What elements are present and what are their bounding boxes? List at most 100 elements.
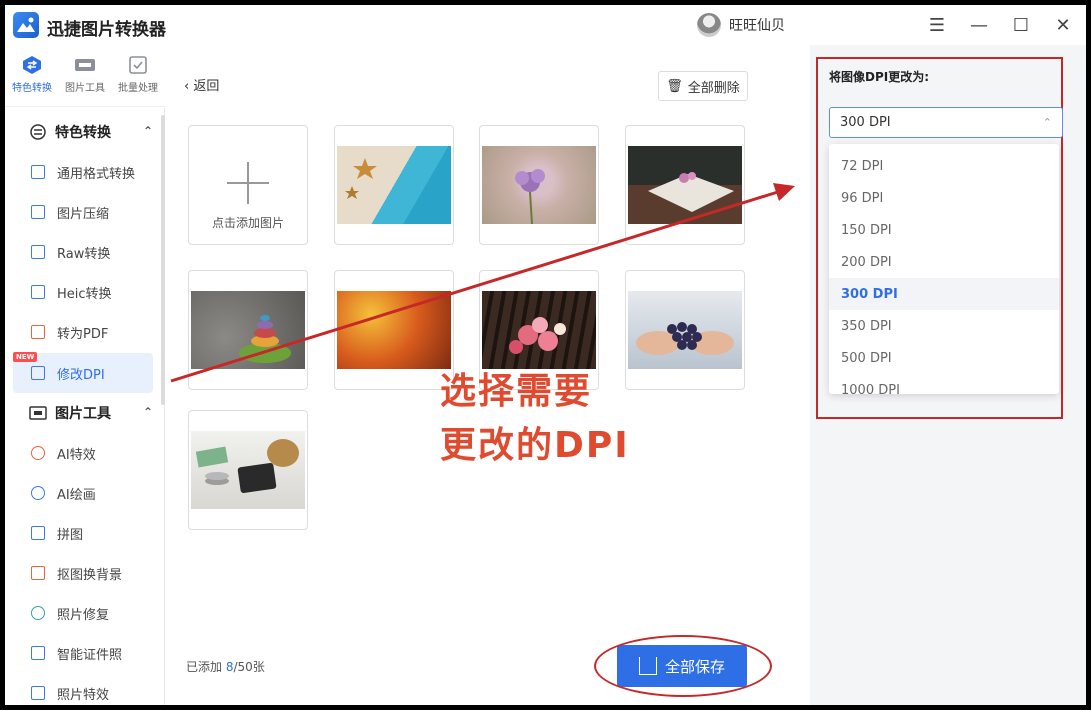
stacked-stones-image bbox=[191, 291, 305, 369]
sidebar-item-label: 智能证件照 bbox=[57, 647, 123, 663]
cutout-icon bbox=[31, 566, 45, 580]
add-image-tile[interactable]: 点击添加图片 bbox=[188, 125, 308, 245]
username[interactable]: 旺旺仙贝 bbox=[729, 15, 785, 35]
dpi-option[interactable]: 350 DPI bbox=[829, 310, 1059, 342]
sidebar-item-label: 抠图换背景 bbox=[57, 567, 123, 583]
sidebar-item-label: 转为PDF bbox=[57, 326, 109, 342]
grapes-hands-image bbox=[628, 291, 742, 369]
sidebar-item-label: Heic转换 bbox=[57, 286, 112, 302]
back-label: 返回 bbox=[193, 79, 220, 94]
repair-icon bbox=[31, 606, 45, 620]
mode-tabs: 特色转换 图片工具 批量处理 bbox=[5, 45, 165, 107]
image-tile[interactable] bbox=[334, 270, 454, 390]
swap-icon bbox=[29, 124, 47, 140]
sidebar-item-id-photo[interactable]: 智能证件照 bbox=[13, 633, 153, 673]
convert-icon bbox=[31, 165, 45, 179]
chevron-up-icon: ⌃ bbox=[1042, 116, 1052, 129]
sidebar-item-format-convert[interactable]: 通用格式转换 bbox=[13, 152, 153, 192]
sidebar-item-collage[interactable]: 拼图 bbox=[13, 513, 153, 553]
image-tile[interactable] bbox=[625, 270, 745, 390]
tab-batch[interactable]: 批量处理 bbox=[113, 55, 163, 94]
sidebar-item-label: 照片修复 bbox=[57, 607, 110, 623]
plus-icon bbox=[227, 162, 269, 204]
back-button[interactable]: ‹ 返回 bbox=[184, 75, 219, 94]
sidebar-item-label: AI特效 bbox=[57, 447, 96, 463]
dpi-selected-value: 300 DPI bbox=[840, 115, 891, 130]
trash-icon: 🗑 bbox=[666, 78, 683, 94]
add-image-label: 点击添加图片 bbox=[211, 216, 284, 230]
ai-effect-icon bbox=[31, 446, 45, 460]
sidebar-group-tools[interactable]: 图片工具 ⌃ bbox=[5, 393, 165, 433]
app-title: 迅捷图片转换器 bbox=[47, 20, 166, 40]
image-tile[interactable] bbox=[334, 125, 454, 245]
sidebar-item-ai-effect[interactable]: AI特效 bbox=[13, 433, 153, 473]
dpi-option[interactable]: 150 DPI bbox=[829, 214, 1059, 246]
close-button[interactable]: ✕ bbox=[1049, 11, 1077, 39]
image-tool-icon bbox=[29, 405, 47, 421]
count-prefix: 已添加 bbox=[186, 660, 226, 674]
raw-icon bbox=[31, 245, 45, 259]
beach-starfish-image bbox=[337, 146, 451, 224]
tab-special-convert[interactable]: 特色转换 bbox=[7, 55, 57, 94]
sidebar-item-compress[interactable]: 图片压缩 bbox=[13, 192, 153, 232]
delete-all-label: 全部删除 bbox=[687, 80, 740, 96]
sidebar-group-special[interactable]: 特色转换 ⌃ bbox=[5, 112, 165, 152]
batch-icon bbox=[129, 56, 147, 74]
dpi-option[interactable]: 96 DPI bbox=[829, 182, 1059, 214]
title-bar: 迅捷图片转换器 旺旺仙贝 ☰ — ☐ ✕ bbox=[5, 5, 1086, 45]
save-highlight-ring bbox=[594, 635, 772, 697]
sidebar-item-label: Raw转换 bbox=[57, 246, 111, 262]
image-tile[interactable] bbox=[625, 125, 745, 245]
sidebar-item-photo-effect[interactable]: 照片特效 bbox=[13, 673, 153, 705]
app-window: 迅捷图片转换器 旺旺仙贝 ☰ — ☐ ✕ 特色转换 图片工具 批量处理 特色转换… bbox=[5, 5, 1086, 705]
minimize-button[interactable]: — bbox=[965, 11, 993, 39]
tab-label: 图片工具 bbox=[65, 83, 105, 94]
menu-button[interactable]: ☰ bbox=[923, 11, 951, 39]
image-tile[interactable] bbox=[188, 270, 308, 390]
image-tile[interactable] bbox=[188, 410, 308, 530]
sidebar-item-heic[interactable]: Heic转换 bbox=[13, 272, 153, 312]
maximize-button[interactable]: ☐ bbox=[1007, 11, 1035, 39]
dpi-dropdown: 72 DPI 96 DPI 150 DPI 200 DPI 300 DPI 35… bbox=[829, 144, 1059, 394]
added-count: 已添加 8/50张 bbox=[186, 658, 265, 675]
rose-bouquet-image bbox=[482, 291, 596, 369]
coins-calculator-image bbox=[191, 431, 305, 509]
dpi-option[interactable]: 500 DPI bbox=[829, 342, 1059, 374]
pdf-icon bbox=[31, 325, 45, 339]
chevron-up-icon: ⌃ bbox=[142, 124, 153, 138]
photo-effect-icon bbox=[31, 686, 45, 700]
heic-icon bbox=[31, 285, 45, 299]
annotation-line: 更改的DPI bbox=[440, 425, 630, 466]
sidebar-item-pdf[interactable]: 转为PDF bbox=[13, 312, 153, 352]
purple-flower-image bbox=[482, 146, 596, 225]
collage-icon bbox=[31, 526, 45, 540]
dpi-select[interactable]: 300 DPI ⌃ bbox=[829, 107, 1063, 138]
sidebar-item-cutout[interactable]: 抠图换背景 bbox=[13, 553, 153, 593]
sidebar-item-raw[interactable]: Raw转换 bbox=[13, 232, 153, 272]
sidebar: 特色转换 ⌃ 通用格式转换 图片压缩 Raw转换 Heic转换 转为PDF 修改… bbox=[5, 108, 165, 705]
ai-paint-icon bbox=[31, 486, 45, 500]
sidebar-item-repair[interactable]: 照片修复 bbox=[13, 593, 153, 633]
book-flower-image bbox=[628, 146, 742, 224]
group-label: 图片工具 bbox=[55, 406, 111, 422]
delete-all-button[interactable]: 🗑 全部删除 bbox=[658, 71, 748, 101]
avatar[interactable] bbox=[697, 13, 721, 37]
tab-label: 批量处理 bbox=[118, 83, 158, 94]
dpi-option-selected[interactable]: 300 DPI bbox=[829, 278, 1059, 310]
dpi-option[interactable]: 72 DPI bbox=[829, 150, 1059, 182]
count-suffix: /50张 bbox=[233, 660, 265, 674]
sidebar-item-label: AI绘画 bbox=[57, 487, 96, 503]
tab-image-tools[interactable]: 图片工具 bbox=[60, 55, 110, 94]
dpi-option[interactable]: 1000 DPI bbox=[829, 374, 1059, 395]
sidebar-item-label: 拼图 bbox=[57, 527, 84, 543]
image-tile[interactable] bbox=[479, 125, 599, 245]
sidebar-scrollbar[interactable] bbox=[161, 115, 165, 405]
dpi-title: 将图像DPI更改为: bbox=[829, 70, 930, 84]
dpi-option[interactable]: 200 DPI bbox=[829, 246, 1059, 278]
new-badge: NEW bbox=[13, 352, 38, 362]
sidebar-item-label: 通用格式转换 bbox=[57, 166, 136, 182]
annotation-line: 选择需要 bbox=[440, 371, 593, 412]
dpi-icon bbox=[31, 366, 45, 380]
sidebar-item-label: 图片压缩 bbox=[57, 206, 110, 222]
sidebar-item-ai-paint[interactable]: AI绘画 bbox=[13, 473, 153, 513]
